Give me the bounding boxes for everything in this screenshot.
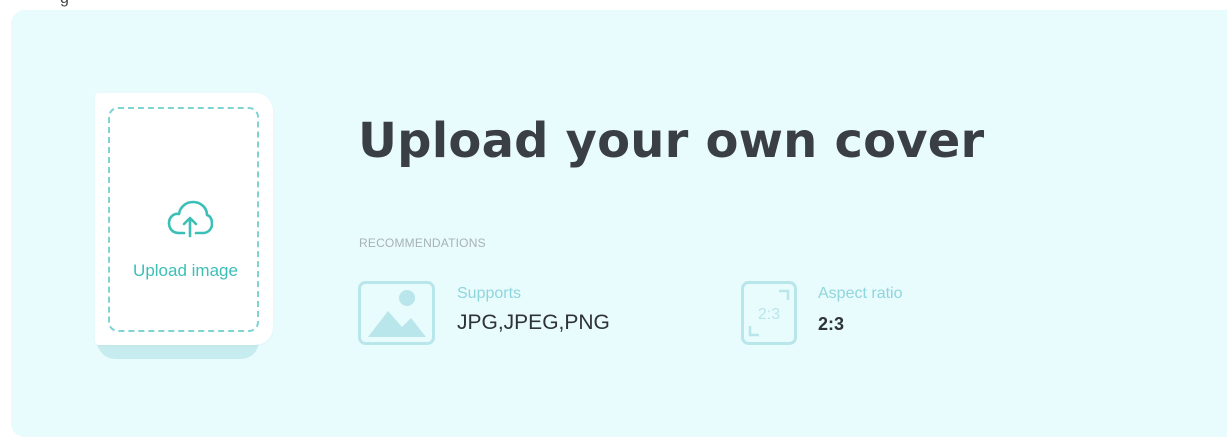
upload-tile[interactable]: Upload image (95, 93, 273, 345)
aspect-ratio-label: Aspect ratio (818, 285, 903, 302)
cloud-upload-icon (167, 200, 213, 238)
page-title: Upload your own cover (358, 113, 985, 169)
recommendations-heading: RECOMMENDATIONS (359, 236, 486, 250)
upload-dashed-area[interactable]: Upload image (108, 107, 259, 332)
upload-image-label: Upload image (133, 261, 238, 280)
top-clipped-text: g (0, 0, 1227, 10)
upload-image-dropzone[interactable]: Upload image (95, 93, 276, 363)
aspect-ratio-value: 2:3 (818, 314, 845, 334)
aspect-ratio-icon: 2:3 (741, 281, 797, 345)
image-icon (358, 281, 435, 345)
clipped-text: g (60, 0, 69, 8)
aspect-ratio-icon-text: 2:3 (758, 306, 780, 323)
supports-label: Supports (457, 285, 522, 302)
supports-value: JPG,JPEG,PNG (457, 311, 610, 334)
